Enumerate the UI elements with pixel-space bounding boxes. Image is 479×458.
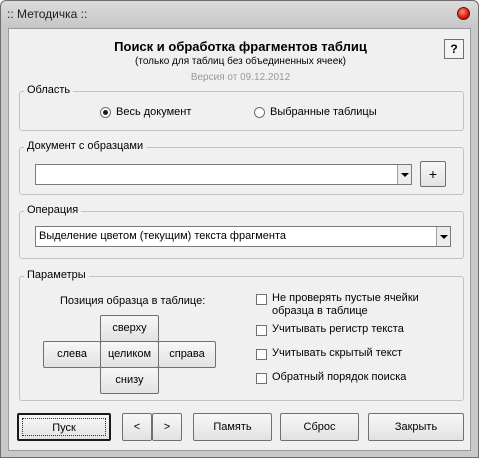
checkbox-hidden-text-box[interactable] — [256, 349, 267, 360]
checkbox-skip-empty-cells-label: Не проверять пустые ячейки образца в таб… — [272, 292, 419, 317]
focus-rect — [22, 418, 106, 436]
radio-selected-tables[interactable]: Выбранные таблицы — [254, 106, 377, 118]
close-window-icon[interactable] — [457, 7, 470, 20]
operation-group: Операция Выделение цветом (текущим) текс… — [19, 204, 464, 259]
checkbox-match-case[interactable]: Учитывать регистр текста — [256, 323, 404, 336]
checkbox-reverse-order[interactable]: Обратный порядок поиска — [256, 371, 406, 384]
radio-whole-document-dot[interactable] — [100, 106, 111, 118]
position-label: Позиция образца в таблице: — [60, 295, 206, 307]
radio-selected-tables-label: Выбранные таблицы — [270, 106, 377, 118]
chevron-down-icon[interactable] — [397, 165, 411, 184]
app-window: :: Методичка :: Поиск и обработка фрагме… — [0, 0, 479, 458]
checkbox-match-case-label: Учитывать регистр текста — [272, 323, 404, 335]
position-right-button[interactable]: справа — [158, 341, 216, 368]
parameters-group: Параметры Позиция образца в таблице: све… — [19, 269, 464, 401]
radio-whole-document-label: Весь документ — [116, 106, 192, 118]
position-bottom-button[interactable]: снизу — [100, 367, 159, 394]
close-button[interactable]: Закрыть — [368, 413, 464, 441]
dialog-heading: Поиск и обработка фрагментов таблиц — [114, 39, 367, 54]
area-group: Область Весь документ Выбранные таблицы — [19, 84, 464, 131]
dialog-body: Поиск и обработка фрагментов таблиц (тол… — [8, 28, 471, 451]
sample-document-group: Документ с образцами + — [19, 140, 464, 195]
operation-legend: Операция — [24, 204, 82, 216]
checkbox-reverse-order-label: Обратный порядок поиска — [272, 371, 407, 383]
position-left-button[interactable]: слева — [43, 341, 101, 368]
operation-value: Выделение цветом (текущим) текста фрагме… — [39, 230, 287, 242]
start-button[interactable]: Пуск — [17, 413, 111, 441]
area-legend: Область — [24, 84, 74, 96]
dialog-subheading: (только для таблиц без объединенных ячее… — [135, 56, 346, 67]
checkbox-hidden-text-label: Учитывать скрытый текст — [272, 347, 403, 359]
checkbox-reverse-order-box[interactable] — [256, 373, 267, 384]
radio-selected-tables-dot[interactable] — [254, 106, 265, 118]
parameters-legend: Параметры — [24, 269, 89, 281]
prev-button[interactable]: < — [122, 413, 152, 441]
help-button[interactable]: ? — [444, 39, 464, 59]
position-whole-button[interactable]: целиком — [100, 341, 159, 368]
checkbox-skip-empty-cells-box[interactable] — [256, 294, 267, 305]
reset-button[interactable]: Сброс — [280, 413, 359, 441]
title-bar[interactable]: :: Методичка :: — [1, 1, 478, 28]
chevron-down-icon[interactable] — [436, 227, 450, 246]
operation-select[interactable]: Выделение цветом (текущим) текста фрагме… — [35, 226, 451, 247]
add-sample-button[interactable]: + — [420, 161, 446, 187]
sample-document-select[interactable] — [35, 164, 412, 185]
version-label: Версия от 09.12.2012 — [190, 72, 291, 83]
memory-button[interactable]: Память — [193, 413, 272, 441]
checkbox-hidden-text[interactable]: Учитывать скрытый текст — [256, 347, 402, 360]
checkbox-skip-empty-cells[interactable]: Не проверять пустые ячейки образца в таб… — [256, 292, 456, 318]
next-button[interactable]: > — [152, 413, 182, 441]
radio-whole-document[interactable]: Весь документ — [100, 106, 191, 118]
sample-document-legend: Документ с образцами — [24, 140, 147, 152]
position-top-button[interactable]: сверху — [100, 315, 159, 342]
window-title: :: Методичка :: — [7, 7, 88, 21]
checkbox-match-case-box[interactable] — [256, 325, 267, 336]
